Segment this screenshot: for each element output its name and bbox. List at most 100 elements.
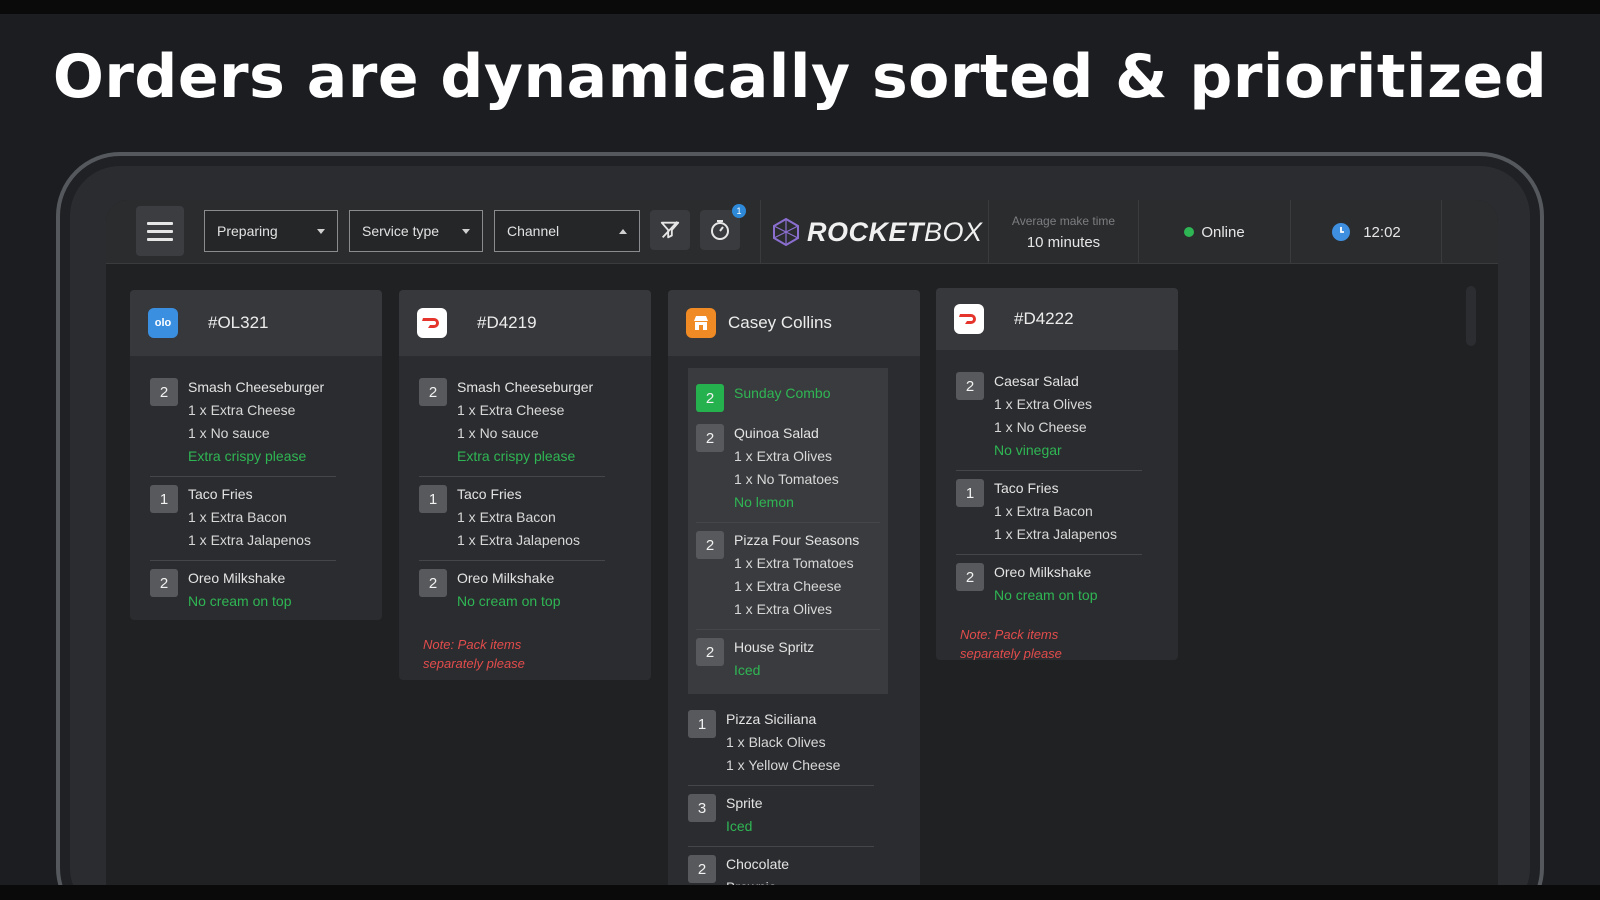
item-modifier: 1 x Extra Olives xyxy=(734,448,833,464)
status-filter-dropdown[interactable]: Preparing xyxy=(204,210,338,252)
order-item[interactable]: 1 Taco Fries 1 x Extra Bacon 1 x Extra J… xyxy=(956,471,1142,555)
item-modifier: 1 x Extra Bacon xyxy=(994,503,1093,519)
avg-make-time-value: 10 minutes xyxy=(1026,233,1101,251)
clock-time: 12:02 xyxy=(1363,223,1401,241)
order-item[interactable]: 2 Caesar Salad 1 x Extra Olives 1 x No C… xyxy=(956,364,1142,471)
item-quantity: 2 xyxy=(150,569,178,597)
service-type-dropdown[interactable]: Service type xyxy=(349,210,483,252)
timer-button[interactable]: 1 xyxy=(700,204,746,250)
item-name: Smash Cheeseburger xyxy=(457,379,594,395)
item-name: Taco Fries xyxy=(188,486,253,502)
item-modifier: 1 x Extra Bacon xyxy=(188,509,287,525)
item-name-continued: Brownie xyxy=(726,876,789,885)
chevron-up-icon xyxy=(619,228,627,234)
order-card-header: #D4219 xyxy=(399,290,651,356)
item-note: No cream on top xyxy=(994,587,1098,603)
item-modifier: 1 x Extra Jalapenos xyxy=(994,526,1117,542)
order-item[interactable]: 2 Smash Cheeseburger 1 x Extra Cheese 1 … xyxy=(419,370,605,477)
headline: Orders are dynamically sorted & prioriti… xyxy=(52,42,1548,112)
brand-light: BOX xyxy=(924,216,983,247)
item-modifier: 1 x Yellow Cheese xyxy=(726,757,841,773)
order-item[interactable]: 3 Sprite Iced xyxy=(688,786,874,847)
order-item[interactable]: 1 Pizza Siciliana 1 x Black Olives 1 x Y… xyxy=(688,702,874,786)
combo-item[interactable]: 2 Pizza Four Seasons 1 x Extra Tomatoes … xyxy=(696,523,880,630)
item-quantity: 2 xyxy=(956,372,984,400)
order-card-header: olo #OL321 xyxy=(130,290,382,356)
rocketbox-logo-icon xyxy=(773,217,799,247)
doordash-icon xyxy=(417,308,447,338)
order-item[interactable]: 2 Smash Cheeseburger 1 x Extra Cheese 1 … xyxy=(150,370,336,477)
item-quantity: 1 xyxy=(150,485,178,513)
menu-bar-icon xyxy=(147,229,173,233)
item-quantity: 1 xyxy=(688,710,716,738)
item-name: Oreo Milkshake xyxy=(457,570,555,586)
store-icon xyxy=(686,308,716,338)
item-modifier: 1 x Extra Jalapenos xyxy=(457,532,580,548)
brand-bold: ROCKET xyxy=(807,216,924,247)
online-status[interactable]: Online xyxy=(1138,200,1290,264)
combo-header: 2 Sunday Combo xyxy=(696,376,880,416)
hamburger-menu-button[interactable] xyxy=(136,206,184,256)
channel-dropdown[interactable]: Channel xyxy=(494,210,640,252)
order-number: #OL321 xyxy=(208,313,269,332)
menu-bar-icon xyxy=(147,237,173,241)
online-status-label: Online xyxy=(1201,223,1245,241)
item-name: Taco Fries xyxy=(457,486,522,502)
order-item[interactable]: 2 Oreo Milkshake No cream on top xyxy=(956,555,1142,615)
channel-value: Channel xyxy=(507,223,560,239)
item-note: Iced xyxy=(726,818,753,834)
item-quantity: 2 xyxy=(419,569,447,597)
item-quantity: 3 xyxy=(688,794,716,822)
top-letterbox xyxy=(0,0,1600,14)
order-card[interactable]: Casey Collins 2 Sunday Combo 2 Quinoa Sa… xyxy=(668,290,920,885)
scrollbar-thumb[interactable] xyxy=(1466,286,1476,346)
timer-icon xyxy=(711,220,729,240)
item-quantity: 2 xyxy=(688,855,716,883)
order-card[interactable]: olo #OL321 2 Smash Cheeseburger 1 x Extr… xyxy=(130,290,382,620)
item-modifier: 1 x Extra Tomatoes xyxy=(734,555,854,571)
combo-group[interactable]: 2 Sunday Combo 2 Quinoa Salad 1 x Extra … xyxy=(688,368,888,694)
combo-name: Sunday Combo xyxy=(734,385,831,401)
order-item[interactable]: 2 Oreo Milkshake No cream on top xyxy=(150,561,336,620)
item-quantity: 1 xyxy=(419,485,447,513)
item-quantity: 2 xyxy=(696,531,724,559)
clock: 12:02 xyxy=(1290,200,1442,264)
item-name: Caesar Salad xyxy=(994,373,1079,389)
order-item[interactable]: 2 Oreo Milkshake No cream on top xyxy=(419,561,605,621)
item-name: Pizza Four Seasons xyxy=(734,532,860,548)
item-name: House Spritz xyxy=(734,639,815,655)
clock-icon xyxy=(1332,223,1351,241)
filter-off-icon xyxy=(660,221,680,239)
item-modifier: 1 x Black Olives xyxy=(726,734,826,750)
item-note: No lemon xyxy=(734,494,794,510)
order-card[interactable]: #D4219 2 Smash Cheeseburger 1 x Extra Ch… xyxy=(399,290,651,680)
order-item[interactable]: 1 Taco Fries 1 x Extra Bacon 1 x Extra J… xyxy=(150,477,336,561)
notification-badge: 1 xyxy=(732,204,746,218)
item-name: Pizza Siciliana xyxy=(726,711,817,727)
order-card-header: Casey Collins xyxy=(668,290,920,356)
order-number: #D4219 xyxy=(477,313,537,332)
order-card-header: #D4222 xyxy=(936,288,1178,350)
item-modifier: 1 x Extra Bacon xyxy=(457,509,556,525)
item-note: Extra crispy please xyxy=(457,448,576,464)
item-note: Extra crispy please xyxy=(188,448,307,464)
combo-item[interactable]: 2 Quinoa Salad 1 x Extra Olives 1 x No T… xyxy=(696,416,880,523)
order-card[interactable]: #D4222 2 Caesar Salad 1 x Extra Olives 1… xyxy=(936,288,1178,660)
item-name: Oreo Milkshake xyxy=(188,570,286,586)
item-modifier: 1 x Extra Jalapenos xyxy=(188,532,311,548)
rocketbox-logo: ROCKETBOX xyxy=(760,200,988,264)
order-note: Note: Pack items separately please xyxy=(423,637,525,671)
clear-filter-button[interactable] xyxy=(650,210,690,250)
customer-name: Casey Collins xyxy=(728,313,832,332)
item-quantity: 2 xyxy=(696,424,724,452)
item-note: No cream on top xyxy=(457,593,561,609)
order-item[interactable]: 2 Chocolate Brownie xyxy=(688,847,874,885)
average-make-time: Average make time 10 minutes xyxy=(988,200,1138,264)
item-modifier: 1 x Extra Olives xyxy=(994,396,1093,412)
combo-item[interactable]: 2 House Spritz Iced xyxy=(696,630,880,690)
app-header: Preparing Service type Channel 1 ROCKETB… xyxy=(106,200,1498,264)
order-item[interactable]: 1 Taco Fries 1 x Extra Bacon 1 x Extra J… xyxy=(419,477,605,561)
item-modifier: 1 x No sauce xyxy=(188,425,270,441)
item-name: Oreo Milkshake xyxy=(994,564,1092,580)
item-name: Quinoa Salad xyxy=(734,425,819,441)
